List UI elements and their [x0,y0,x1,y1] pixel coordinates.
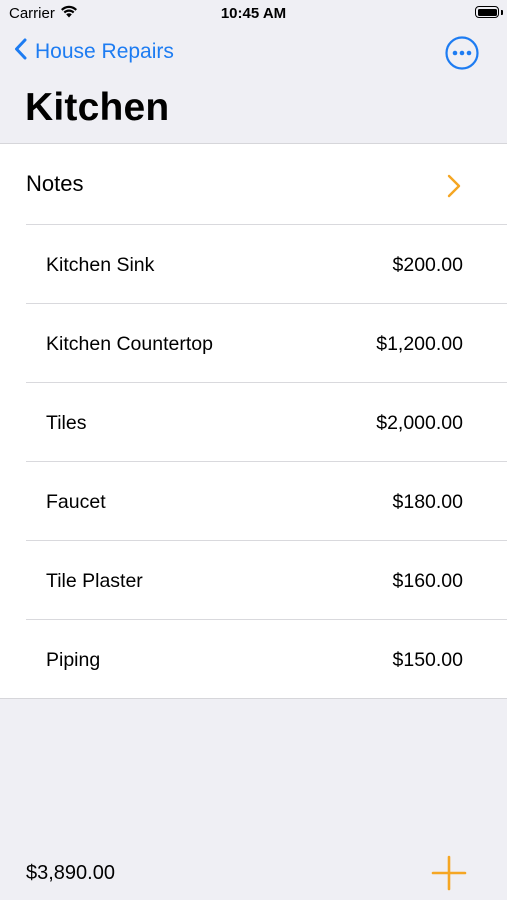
back-button[interactable]: House Repairs [14,38,174,66]
item-price: $180.00 [392,491,464,513]
item-price: $200.00 [392,254,464,276]
item-name: Faucet [46,491,106,513]
navigation-bar: House Repairs [0,30,507,74]
list-item[interactable]: Piping $150.00 [0,620,507,698]
item-name: Tiles [46,412,87,434]
item-name: Piping [46,649,101,671]
chevron-right-icon [446,173,462,204]
list-item[interactable]: Tiles $2,000.00 [0,383,507,461]
battery-cap [501,10,503,15]
list-item[interactable]: Tile Plaster $160.00 [0,541,507,619]
notes-row[interactable]: Notes [0,144,507,224]
back-button-label: House Repairs [35,40,174,63]
item-name: Kitchen Sink [46,254,155,276]
status-time: 10:45 AM [220,5,287,22]
status-bar: Carrier 10:45 AM [0,0,507,28]
notes-label: Notes [26,171,84,196]
page-title: Kitchen [25,86,170,129]
item-price: $160.00 [392,570,464,592]
item-name: Kitchen Countertop [46,333,213,355]
chevron-left-icon [14,38,27,66]
ellipsis-circle-icon [445,36,479,74]
total-amount: $3,890.00 [26,862,115,884]
repair-items-list: Notes Kitchen Sink $200.00 Kitchen Count… [0,143,507,699]
more-options-button[interactable] [445,36,479,70]
plus-icon [431,855,467,895]
item-price: $2,000.00 [376,412,463,434]
add-item-button[interactable] [431,855,467,891]
list-item[interactable]: Faucet $180.00 [0,462,507,540]
battery-icon [475,6,499,18]
battery-level [477,8,497,16]
list-item[interactable]: Kitchen Countertop $1,200.00 [0,304,507,382]
list-item[interactable]: Kitchen Sink $200.00 [0,225,507,303]
item-name: Tile Plaster [46,570,143,592]
item-price: $150.00 [392,649,464,671]
item-price: $1,200.00 [376,333,463,355]
